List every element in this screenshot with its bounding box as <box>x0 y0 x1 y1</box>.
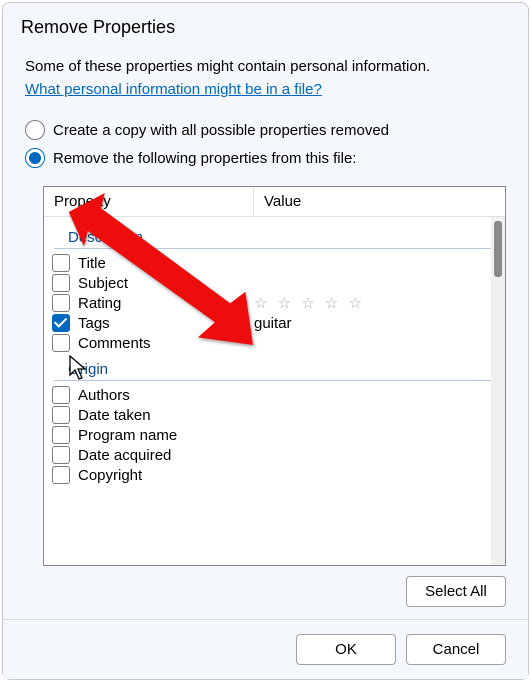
intro-text: Some of these properties might contain p… <box>3 48 528 77</box>
checkbox-dateacquired[interactable] <box>52 446 70 464</box>
properties-scroll: Description Title Subject Rating ☆ ☆ ☆ ☆… <box>44 217 505 565</box>
label-authors: Authors <box>78 387 254 404</box>
label-datetaken: Date taken <box>78 407 254 424</box>
column-headers: Property Value <box>44 187 505 217</box>
row-dateacquired[interactable]: Date acquired <box>52 445 505 465</box>
row-title[interactable]: Title <box>52 253 505 273</box>
row-authors[interactable]: Authors <box>52 385 505 405</box>
checkbox-title[interactable] <box>52 254 70 272</box>
label-subject: Subject <box>78 275 254 292</box>
checkbox-programname[interactable] <box>52 426 70 444</box>
group-description: Description <box>54 225 497 249</box>
column-value[interactable]: Value <box>254 187 505 216</box>
select-all-button[interactable]: Select All <box>406 576 506 607</box>
info-link[interactable]: What personal information might be in a … <box>3 77 528 108</box>
ok-button[interactable]: OK <box>296 634 396 665</box>
checkbox-rating[interactable] <box>52 294 70 312</box>
label-title: Title <box>78 255 254 272</box>
group-origin: Origin <box>54 357 497 381</box>
row-tags[interactable]: Tags guitar <box>52 313 505 333</box>
label-dateacquired: Date acquired <box>78 447 254 464</box>
scrollbar[interactable] <box>491 217 505 565</box>
radio-group: Create a copy with all possible properti… <box>3 108 528 176</box>
select-all-row: Select All <box>3 566 528 607</box>
column-property[interactable]: Property <box>44 187 254 216</box>
dialog-title: Remove Properties <box>3 3 528 48</box>
row-comments[interactable]: Comments <box>52 333 505 353</box>
checkbox-subject[interactable] <box>52 274 70 292</box>
value-rating: ☆ ☆ ☆ ☆ ☆ <box>254 294 505 312</box>
checkbox-tags[interactable] <box>52 314 70 332</box>
checkbox-authors[interactable] <box>52 386 70 404</box>
remove-properties-dialog: Remove Properties Some of these properti… <box>2 2 529 680</box>
label-tags: Tags <box>78 315 254 332</box>
cancel-button[interactable]: Cancel <box>406 634 506 665</box>
checkbox-comments[interactable] <box>52 334 70 352</box>
radio-remove-following[interactable]: Remove the following properties from thi… <box>25 144 510 172</box>
radio-label: Remove the following properties from thi… <box>53 150 356 167</box>
value-tags: guitar <box>254 315 505 332</box>
label-programname: Program name <box>78 427 254 444</box>
properties-list: Property Value Description Title Subject… <box>43 186 506 566</box>
checkbox-copyright[interactable] <box>52 466 70 484</box>
row-datetaken[interactable]: Date taken <box>52 405 505 425</box>
label-copyright: Copyright <box>78 467 254 484</box>
radio-create-copy[interactable]: Create a copy with all possible properti… <box>25 116 510 144</box>
row-subject[interactable]: Subject <box>52 273 505 293</box>
row-rating[interactable]: Rating ☆ ☆ ☆ ☆ ☆ <box>52 293 505 313</box>
row-copyright[interactable]: Copyright <box>52 465 505 485</box>
scroll-thumb[interactable] <box>494 221 502 277</box>
radio-icon <box>25 120 45 140</box>
radio-icon <box>25 148 45 168</box>
label-comments: Comments <box>78 335 254 352</box>
dialog-footer: OK Cancel <box>3 619 528 679</box>
label-rating: Rating <box>78 295 254 312</box>
row-programname[interactable]: Program name <box>52 425 505 445</box>
checkbox-datetaken[interactable] <box>52 406 70 424</box>
radio-label: Create a copy with all possible properti… <box>53 122 389 139</box>
